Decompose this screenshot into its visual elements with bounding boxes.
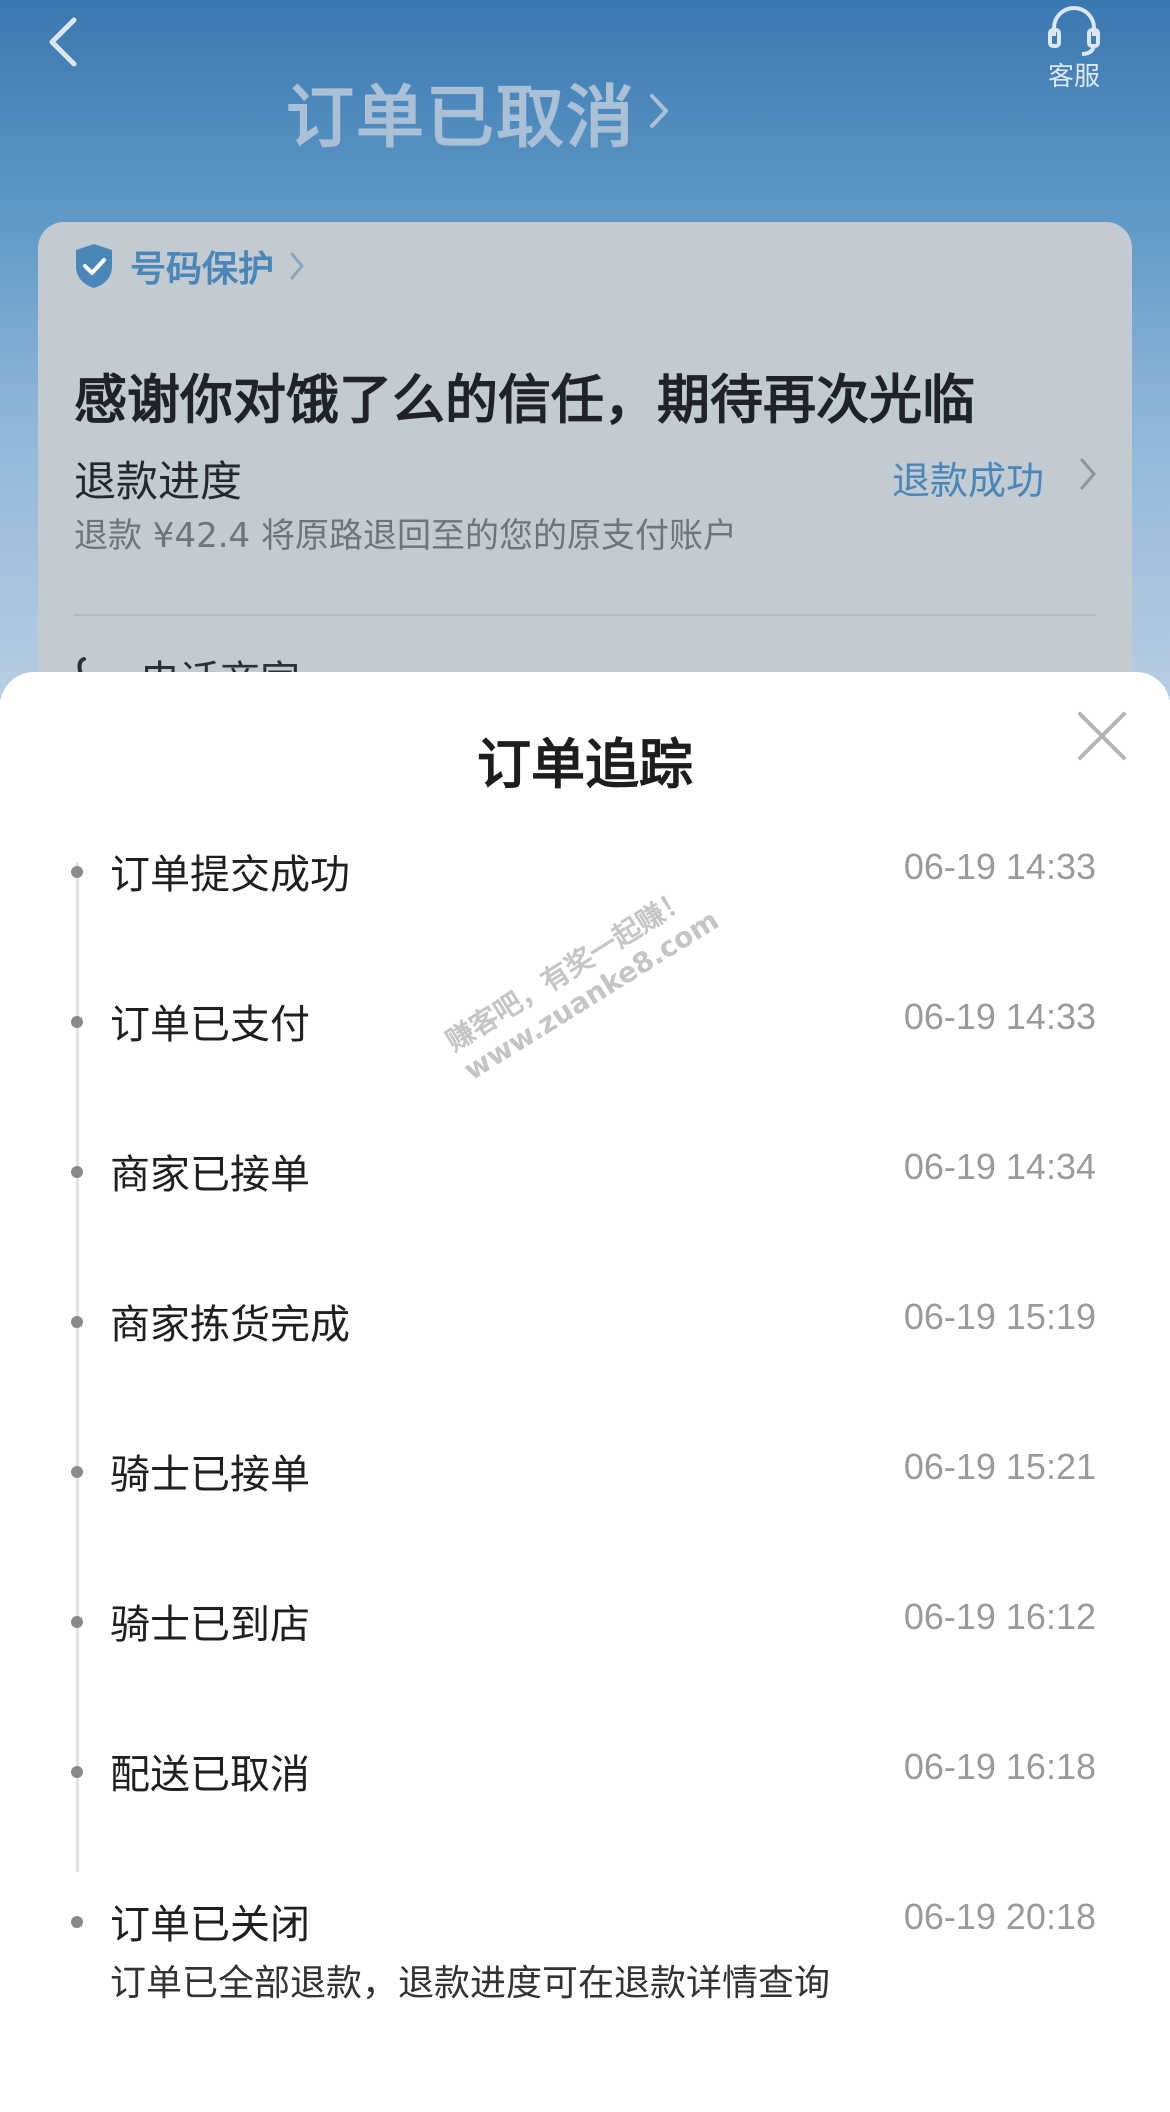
order-info-card: 号码保护 感谢你对饿了么的信任，期待再次光临 退款进度 退款成功 退款 ¥42.… [38, 222, 1132, 700]
order-tracking-sheet: 订单追踪 订单提交成功 06-19 14:33 订单已支付 06-19 14:3… [0, 672, 1170, 2112]
timeline-dot [71, 1916, 83, 1928]
event-label: 骑士已接单 [110, 1452, 310, 1498]
event-note: 订单已全部退款，退款进度可在退款详情查询 [110, 1963, 831, 2004]
event-time: 06-19 14:34 [903, 1146, 1096, 1187]
timeline-track [76, 862, 79, 1872]
back-button[interactable] [44, 14, 84, 70]
timeline-dot [71, 1616, 83, 1628]
event-label: 配送已取消 [110, 1752, 310, 1798]
thanks-message: 感谢你对饿了么的信任，期待再次光临 [74, 370, 975, 431]
event-time: 06-19 14:33 [903, 996, 1096, 1037]
chevron-right-icon [290, 252, 304, 280]
shield-icon [76, 244, 112, 288]
divider [74, 614, 1096, 616]
chevron-right-icon [650, 94, 668, 128]
event-label: 订单已关闭 [110, 1902, 310, 1948]
close-button[interactable] [1074, 708, 1130, 764]
event-time: 06-19 15:21 [903, 1446, 1096, 1487]
headset-icon [1048, 6, 1100, 56]
customer-service-button[interactable]: 客服 [1034, 2, 1114, 92]
sheet-title: 订单追踪 [477, 733, 693, 796]
timeline-dot [71, 1166, 83, 1178]
customer-service-label: 客服 [1047, 62, 1100, 92]
event-label: 骑士已到店 [110, 1602, 310, 1648]
close-icon [1078, 712, 1126, 760]
timeline-dot [71, 1016, 83, 1028]
order-status-title[interactable]: 订单已取消 [286, 62, 636, 161]
event-time: 06-19 20:18 [903, 1896, 1096, 1937]
event-time: 06-19 14:33 [903, 846, 1096, 887]
number-protection-label: 号码保护 [130, 249, 275, 290]
timeline-dot [71, 1316, 83, 1328]
event-time: 06-19 15:19 [903, 1296, 1096, 1337]
event-label: 订单已支付 [110, 1002, 310, 1048]
timeline-dot [71, 1466, 83, 1478]
event-time: 06-19 16:18 [903, 1746, 1096, 1787]
event-label: 商家已接单 [110, 1152, 310, 1198]
number-protection-link[interactable]: 号码保护 [72, 238, 306, 294]
chevron-left-icon [49, 17, 77, 67]
event-label: 商家拣货完成 [110, 1302, 350, 1348]
refund-description: 退款 ¥42.4 将原路退回至的您的原支付账户 [74, 516, 737, 556]
refund-progress-label: 退款进度 [74, 457, 243, 506]
chevron-right-icon [1080, 458, 1096, 490]
event-label: 订单提交成功 [110, 852, 350, 898]
refund-status-link[interactable]: 退款成功 [892, 450, 1044, 505]
order-status-background: 客服 订单已取消 号码保护 感谢你对饿了么的信任，期待再次光临 退款进度 退款成… [0, 0, 1170, 700]
timeline-dot [71, 1766, 83, 1778]
event-time: 06-19 16:12 [903, 1596, 1096, 1637]
timeline-dot [71, 866, 83, 878]
